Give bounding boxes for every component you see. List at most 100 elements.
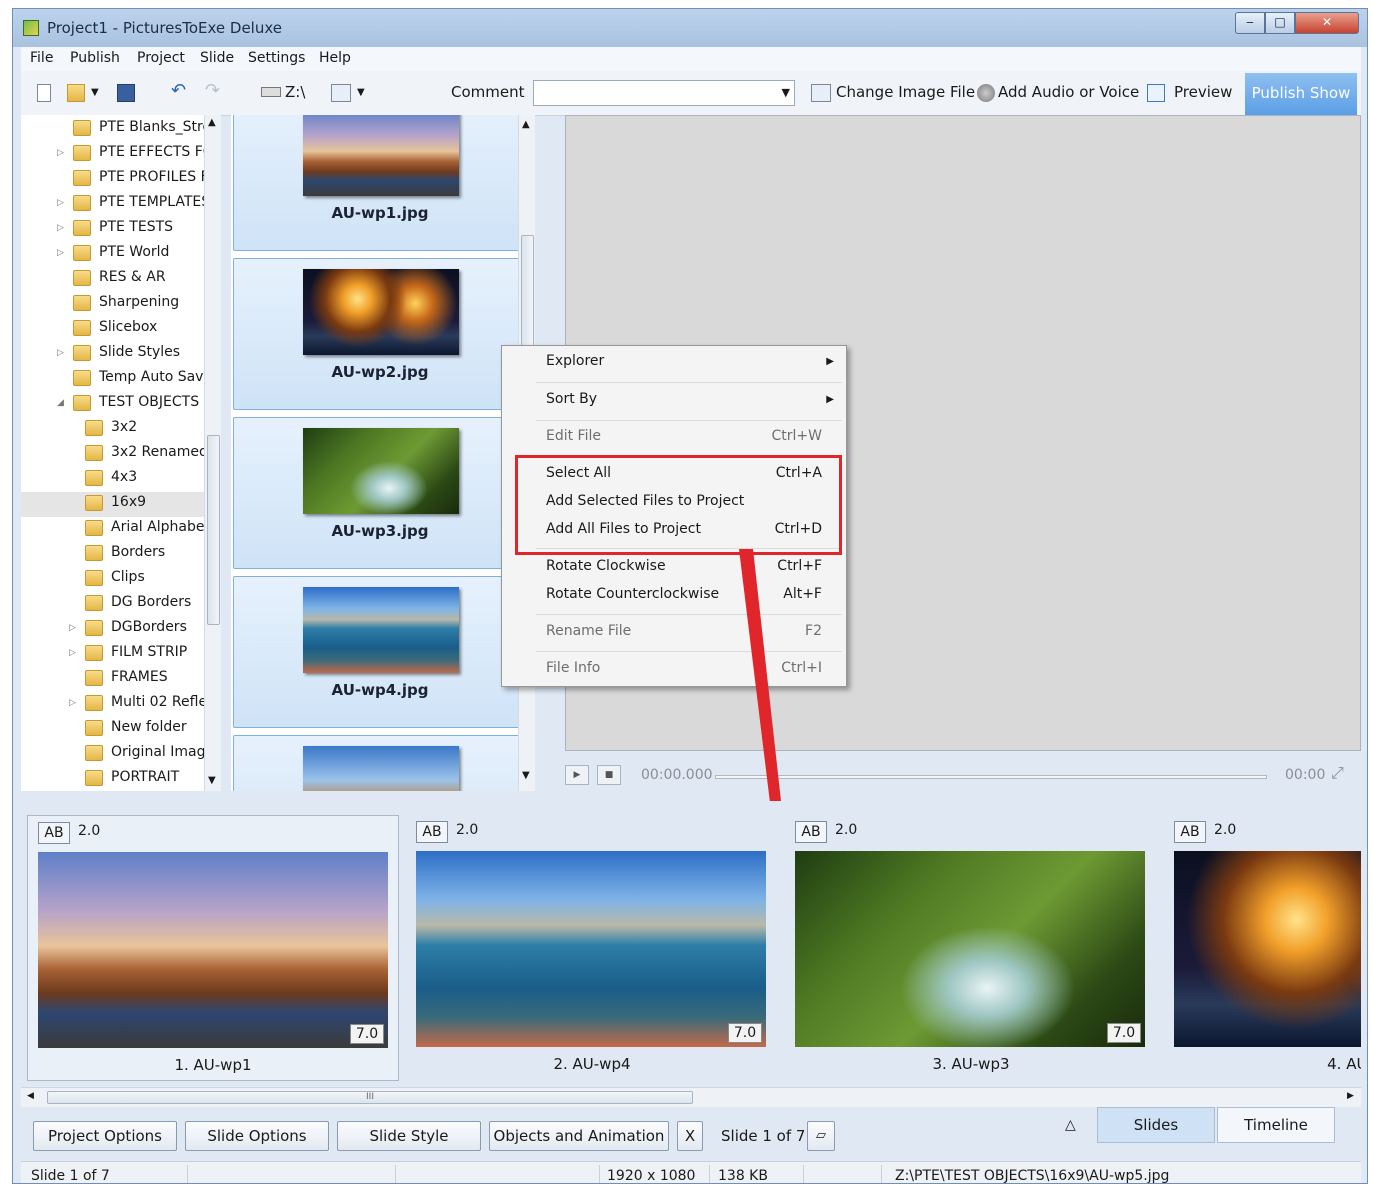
- transition-badge[interactable]: AB: [795, 821, 827, 843]
- tab-slides[interactable]: Slides: [1097, 1107, 1215, 1143]
- expand-arrow-icon[interactable]: ▷: [57, 198, 64, 208]
- file-thumbnail[interactable]: AU-wp4.jpg: [233, 576, 527, 728]
- menu-separator: [536, 614, 842, 615]
- menu-slide[interactable]: Slide: [200, 50, 234, 66]
- folder-label: Multi 02 Reflec: [111, 694, 215, 710]
- folder-scrollbar[interactable]: ▲ ▼: [204, 115, 221, 791]
- expand-arrow-icon[interactable]: ▷: [57, 148, 64, 158]
- folder-icon: [73, 270, 91, 286]
- file-thumbnail[interactable]: AU-wp3.jpg: [233, 417, 527, 569]
- undo-icon[interactable]: ↶: [171, 80, 189, 101]
- transition-duration: 2.0: [835, 822, 858, 838]
- x-button[interactable]: X: [677, 1121, 703, 1151]
- add-audio-button[interactable]: Add Audio or Voice: [998, 83, 1139, 101]
- slide-options-icon[interactable]: ▱: [807, 1121, 835, 1151]
- transition-duration: 2.0: [456, 822, 479, 838]
- menu-explorer[interactable]: Explorer: [546, 353, 604, 369]
- folder-icon: [85, 420, 103, 436]
- transition-badge[interactable]: AB: [1174, 821, 1206, 843]
- expanded-arrow-icon[interactable]: ◢: [57, 398, 64, 408]
- expand-arrow-icon[interactable]: ▷: [69, 648, 76, 658]
- menu-project[interactable]: Project: [137, 50, 185, 66]
- transition-badge[interactable]: AB: [38, 822, 70, 844]
- tab-timeline[interactable]: Timeline: [1217, 1107, 1335, 1143]
- transition-duration: 2.0: [78, 823, 101, 839]
- maximize-button[interactable]: □: [1265, 12, 1295, 34]
- drive-label[interactable]: Z:\: [285, 83, 305, 101]
- player-controls: ▶ ■ 00:00.000 00:00 ⤢: [565, 761, 1361, 793]
- change-image-button[interactable]: Change Image File: [836, 83, 975, 101]
- slide-image[interactable]: [795, 851, 1145, 1047]
- stop-icon[interactable]: ■: [597, 765, 621, 785]
- close-button[interactable]: ✕: [1295, 12, 1359, 34]
- expand-arrow-icon[interactable]: ▷: [69, 623, 76, 633]
- expand-arrow-icon[interactable]: ▷: [57, 348, 64, 358]
- expand-arrow-icon[interactable]: ▷: [57, 223, 64, 233]
- menu-help[interactable]: Help: [319, 50, 351, 66]
- folder-scroll-thumb[interactable]: [207, 435, 220, 625]
- slide-style-button[interactable]: Slide Style: [337, 1121, 481, 1151]
- folder-label: PTE TESTS: [99, 219, 174, 235]
- play-icon[interactable]: ▶: [565, 765, 589, 785]
- collapse-icon[interactable]: △: [1065, 1117, 1076, 1133]
- menu-edit-file: Edit File: [546, 428, 601, 444]
- slide-image[interactable]: [1174, 851, 1361, 1047]
- preview-button[interactable]: Preview: [1174, 83, 1232, 101]
- publish-show-button[interactable]: Publish Show: [1245, 73, 1357, 115]
- scroll-left-icon[interactable]: ◀: [27, 1091, 34, 1101]
- scroll-right-icon[interactable]: ▶: [1347, 1091, 1354, 1101]
- title-bar: Project1 - PicturesToExe Deluxe ‒ □ ✕: [13, 9, 1367, 47]
- chevron-down-icon[interactable]: ▼: [782, 86, 790, 99]
- project-options-button[interactable]: Project Options: [33, 1121, 177, 1151]
- folder-icon: [85, 595, 103, 611]
- slide-item[interactable]: AB 2.0 7.0 1. AU-wp1: [27, 815, 399, 1081]
- folder-label: Original Image: [111, 744, 215, 760]
- file-scroll-thumb[interactable]: [521, 235, 534, 355]
- view-mode-icon[interactable]: [331, 84, 351, 102]
- folder-label: Clips: [111, 569, 145, 585]
- menu-publish[interactable]: Publish: [70, 50, 120, 66]
- drive-icon[interactable]: [261, 87, 281, 97]
- slide-item[interactable]: AB 2.0 7.0 3. AU-wp3: [785, 815, 1157, 1081]
- slide-image[interactable]: [38, 852, 388, 1048]
- menu-settings[interactable]: Settings: [248, 50, 305, 66]
- slide-item[interactable]: AB 2.0 4. AU-: [1164, 815, 1361, 1081]
- fullscreen-icon[interactable]: ⤢: [1331, 763, 1344, 783]
- open-dropdown-icon[interactable]: ▼: [91, 87, 109, 105]
- menu-sort-by[interactable]: Sort By: [546, 391, 597, 407]
- shortcut-edit-file: Ctrl+W: [771, 428, 822, 444]
- file-thumbnail[interactable]: AU-wp1.jpg: [233, 115, 527, 251]
- new-file-icon[interactable]: [37, 84, 51, 102]
- status-divider: [803, 1165, 804, 1183]
- folder-label: PTE Blanks_Strol: [99, 119, 215, 135]
- current-time: 00:00.000: [641, 767, 713, 783]
- file-thumbnail[interactable]: AU-wp2.jpg: [233, 258, 527, 410]
- position-slider[interactable]: [715, 775, 1267, 779]
- slide-image[interactable]: [416, 851, 766, 1047]
- scroll-down-icon[interactable]: ▼: [208, 775, 216, 786]
- minimize-button[interactable]: ‒: [1235, 12, 1265, 34]
- status-divider: [395, 1165, 396, 1183]
- menu-bar: File Publish Project Slide Settings Help: [21, 47, 1361, 71]
- expand-arrow-icon[interactable]: ▷: [69, 698, 76, 708]
- expand-arrow-icon[interactable]: ▷: [57, 248, 64, 258]
- menu-rotate-counterclockwise[interactable]: Rotate Counterclockwise: [546, 586, 719, 602]
- folder-label: Arial Alphabet: [111, 519, 210, 535]
- file-thumbnail[interactable]: [233, 735, 527, 791]
- slide-options-button[interactable]: Slide Options: [185, 1121, 329, 1151]
- slide-scrollbar[interactable]: ◀ III ▶: [21, 1087, 1361, 1108]
- slide-item[interactable]: AB 2.0 7.0 2. AU-wp4: [406, 815, 778, 1081]
- menu-file[interactable]: File: [30, 50, 53, 66]
- save-icon[interactable]: [117, 84, 135, 102]
- comment-input[interactable]: ▼: [533, 80, 795, 106]
- menu-rotate-clockwise[interactable]: Rotate Clockwise: [546, 558, 666, 574]
- open-folder-icon[interactable]: [67, 84, 85, 102]
- objects-animation-button[interactable]: Objects and Animation: [489, 1121, 669, 1151]
- slide-scroll-thumb[interactable]: III: [47, 1091, 693, 1104]
- scroll-down-icon[interactable]: ▼: [522, 770, 530, 781]
- status-path: Z:\PTE\TEST OBJECTS\16x9\AU-wp5.jpg: [895, 1168, 1170, 1184]
- view-dropdown-icon[interactable]: ▼: [357, 87, 375, 105]
- transition-badge[interactable]: AB: [416, 821, 448, 843]
- scroll-up-icon[interactable]: ▲: [208, 117, 216, 128]
- scroll-up-icon[interactable]: ▲: [522, 119, 530, 130]
